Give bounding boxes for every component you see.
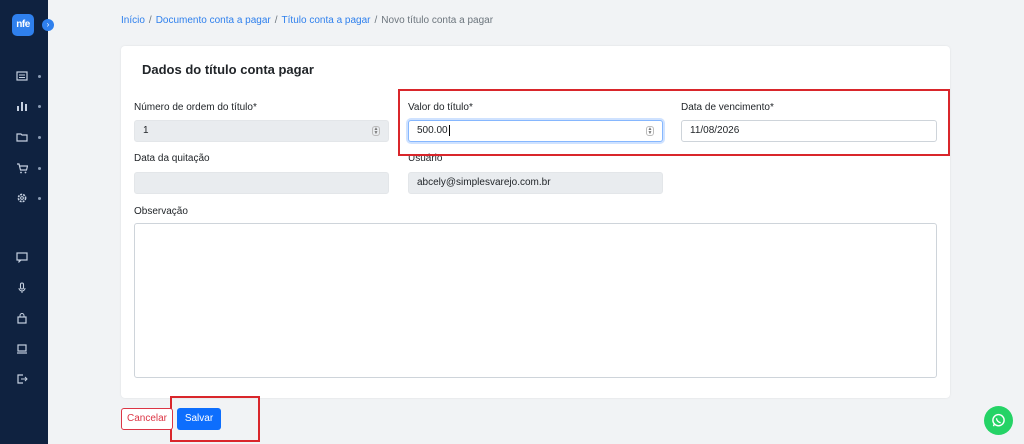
sidebar: nfe: [0, 0, 48, 444]
list-icon: [16, 71, 28, 81]
sidebar-dot: [38, 105, 41, 108]
message-icon: [16, 252, 28, 263]
sidebar-item-voice[interactable]: [16, 282, 42, 296]
usuario-field: abcely@simplesvarejo.com.br: [408, 172, 663, 194]
observacao-label: Observação: [134, 206, 188, 217]
lock-icon: [17, 313, 27, 324]
data-quitacao-label: Data da quitação: [134, 153, 210, 164]
breadcrumb: Início / Documento conta a pagar / Título co…: [121, 15, 493, 26]
bar-chart-icon: [17, 102, 27, 111]
gear-icon: [17, 193, 27, 203]
data-quitacao-field[interactable]: [134, 172, 389, 194]
number-spinner-icon[interactable]: ▲ ▼: [372, 126, 380, 136]
whatsapp-icon: [992, 413, 1005, 427]
numero-ordem-field[interactable]: 1 ▲ ▼: [134, 120, 389, 142]
sidebar-dot: [38, 167, 41, 170]
breadcrumb-separator: /: [148, 15, 152, 26]
sidebar-dot: [38, 197, 41, 200]
cancel-button[interactable]: Cancelar: [121, 408, 173, 430]
sidebar-item-device[interactable]: [16, 343, 42, 357]
breadcrumb-current: Novo título conta a pagar: [381, 15, 494, 26]
highlight-box-fields: [398, 89, 950, 156]
observacao-textarea[interactable]: [134, 223, 937, 378]
microphone-icon: [18, 282, 26, 293]
sidebar-item-cart[interactable]: [16, 162, 42, 176]
logout-icon: [17, 374, 28, 384]
sidebar-item-messages[interactable]: [16, 251, 42, 265]
sidebar-item-logout[interactable]: [16, 373, 42, 387]
cart-icon: [17, 163, 28, 174]
numero-ordem-label: Número de ordem do título*: [134, 102, 257, 113]
sidebar-item-reports[interactable]: [16, 100, 42, 114]
usuario-value: abcely@simplesvarejo.com.br: [417, 177, 551, 188]
sidebar-item-list[interactable]: [16, 70, 42, 84]
breadcrumb-separator: /: [274, 15, 278, 26]
numero-ordem-value: 1: [143, 125, 149, 136]
sidebar-item-lock[interactable]: [16, 312, 42, 326]
breadcrumb-separator: /: [374, 15, 378, 26]
sidebar-expand-button[interactable]: ›: [42, 19, 54, 31]
sidebar-item-settings[interactable]: [16, 192, 42, 206]
app-logo[interactable]: nfe: [12, 14, 34, 36]
breadcrumb-link-titulo[interactable]: Título conta a pagar: [282, 15, 371, 26]
save-button[interactable]: Salvar: [177, 408, 221, 430]
laptop-icon: [17, 344, 27, 354]
whatsapp-button[interactable]: [984, 406, 1013, 435]
folder-icon: [16, 133, 28, 142]
sidebar-item-folder[interactable]: [16, 131, 42, 145]
breadcrumb-link-inicio[interactable]: Início: [121, 15, 145, 26]
breadcrumb-link-documento[interactable]: Documento conta a pagar: [156, 15, 271, 26]
form-title: Dados do título conta pagar: [142, 62, 314, 77]
sidebar-dot: [38, 75, 41, 78]
sidebar-dot: [38, 136, 41, 139]
